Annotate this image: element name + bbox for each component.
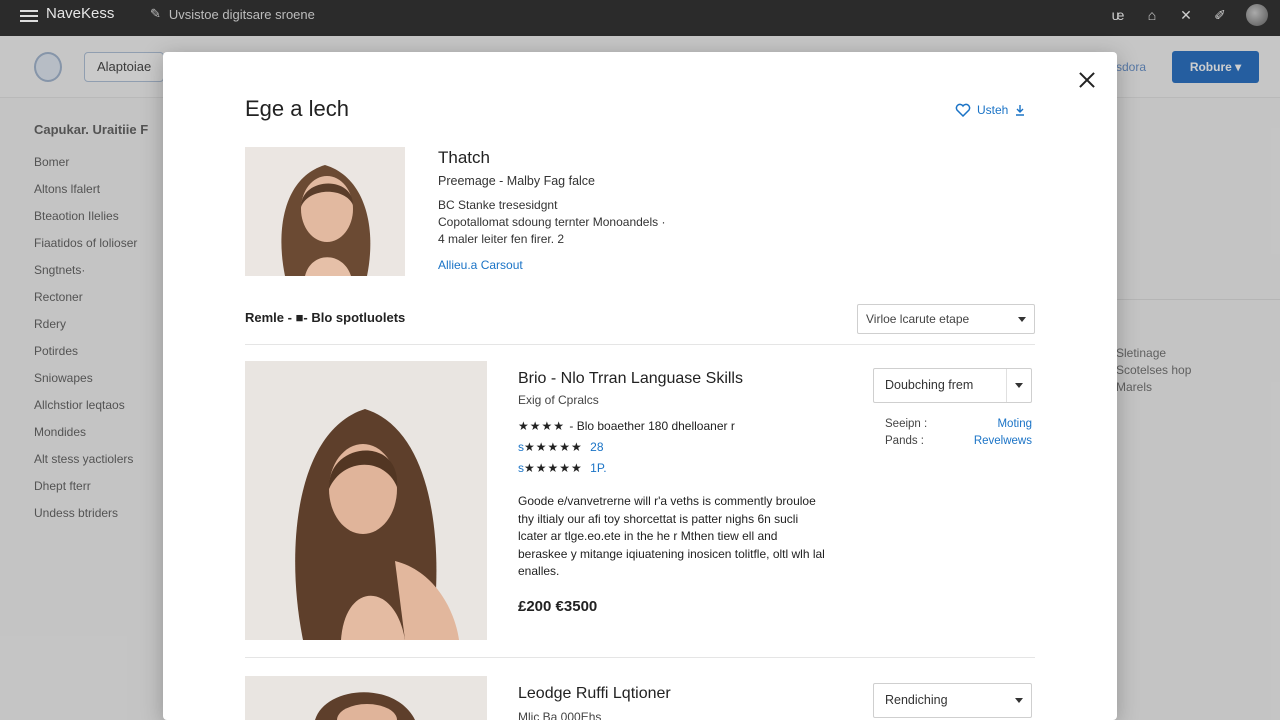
meta-key: Pands : bbox=[885, 435, 924, 447]
listing-price: £200 €3500 bbox=[518, 597, 598, 615]
save-button[interactable]: Usteh bbox=[955, 103, 1026, 117]
listing-subtitle: Mlic Ba 000Ehs bbox=[518, 710, 602, 720]
rating-count[interactable]: 28 bbox=[590, 440, 603, 454]
profile-photo bbox=[245, 147, 405, 276]
rating-count: r bbox=[730, 419, 735, 433]
chevron-down-icon bbox=[1018, 317, 1026, 322]
search-text: Uvsistoe digitsare sroene bbox=[168, 6, 315, 22]
pencil-icon: ✎ bbox=[150, 6, 161, 21]
star-icon: ★★★★ bbox=[518, 419, 570, 433]
meta-row: Pands : Revelwews bbox=[885, 433, 1032, 450]
listing-action-select[interactable]: Doubching frem bbox=[873, 368, 1032, 403]
chevron-down-icon bbox=[1015, 698, 1023, 703]
star-icon: ★★★★★ bbox=[524, 461, 583, 475]
rating-text: - Blo boaether 180 dhelloaner bbox=[569, 419, 728, 433]
listing-subtitle: Exig of Cpralcs bbox=[518, 393, 599, 407]
rating-row: s★★★★★ 1P. bbox=[518, 461, 838, 475]
meta-link[interactable]: Revelwews bbox=[974, 433, 1032, 450]
listing-title[interactable]: Brio - Nlo Trran Languase Skills bbox=[518, 370, 838, 388]
chevron-down-icon bbox=[1015, 383, 1023, 388]
sort-select[interactable]: Virloe lcarute etape bbox=[857, 304, 1035, 334]
top-bar: NaveKess ✎ Uvsistoe digitsare sroene ᵫ ⌂… bbox=[0, 0, 1280, 36]
lock-icon[interactable]: ⌂ bbox=[1144, 7, 1160, 23]
listing-photo[interactable] bbox=[245, 361, 487, 640]
listing-title[interactable]: Leodge Ruffi Lqtioner bbox=[518, 685, 838, 703]
meta-link[interactable]: Moting bbox=[997, 416, 1032, 433]
download-icon bbox=[1016, 105, 1025, 116]
tools-icon[interactable]: ✕ bbox=[1178, 7, 1194, 23]
listing-details: Brio - Nlo Trran Languase Skills Exig of… bbox=[518, 370, 838, 615]
rating-row: s★★★★★ 28 bbox=[518, 440, 838, 454]
avatar[interactable] bbox=[1246, 4, 1268, 26]
profile-link[interactable]: Allieu.a Carsout bbox=[438, 258, 798, 272]
divider bbox=[1006, 369, 1007, 402]
rating-row: ★★★★ - Blo boaether 180 dhelloaner r bbox=[518, 419, 838, 433]
translate-icon[interactable]: ᵫ bbox=[1110, 7, 1126, 23]
profile-detail: BC Stanke tresesidgnt bbox=[438, 198, 558, 212]
divider bbox=[245, 657, 1035, 658]
rating-count[interactable]: 1P. bbox=[590, 461, 606, 475]
menu-icon[interactable] bbox=[20, 7, 38, 22]
profile-subtitle: Preemage - Malby Fag falce bbox=[438, 174, 596, 188]
divider bbox=[245, 344, 1035, 345]
modal-title: Ege a lech bbox=[245, 96, 349, 121]
save-label: Usteh bbox=[977, 103, 1009, 117]
listing-action-select[interactable]: Rendiching bbox=[873, 683, 1032, 718]
listing-photo[interactable] bbox=[245, 676, 487, 720]
profile-name: Thatch bbox=[438, 148, 490, 167]
sort-select-value: Virloe lcarute etape bbox=[866, 312, 970, 326]
brand-name[interactable]: NaveKess bbox=[46, 5, 114, 22]
listing-action-value: Doubching frem bbox=[885, 378, 974, 392]
profile-detail: Copotallomat sdoung ternter Monoandels · bbox=[438, 215, 666, 229]
pin-icon[interactable]: ✐ bbox=[1212, 7, 1228, 23]
top-icons: ᵫ ⌂ ✕ ✐ bbox=[1110, 4, 1268, 26]
listing-details: Leodge Ruffi Lqtioner Mlic Ba 000Ehs bbox=[518, 685, 838, 720]
listing-meta: Seeipn : Moting Pands : Revelwews bbox=[885, 416, 1032, 450]
profile-detail: 4 maler leiter fen firer. 2 bbox=[438, 232, 565, 246]
profile-info: Thatch Preemage - Malby Fag falce BC Sta… bbox=[438, 148, 798, 272]
results-label: Remle - ■- Blo spotluolets bbox=[245, 310, 406, 325]
meta-key: Seeipn : bbox=[885, 418, 928, 430]
profile-modal: Ege a lech Usteh Thatch Preemage - Malby… bbox=[163, 52, 1117, 720]
close-icon[interactable] bbox=[1075, 68, 1099, 92]
heart-icon bbox=[955, 103, 971, 117]
meta-row: Seeipn : Moting bbox=[885, 416, 1032, 433]
listing-action-value: Rendiching bbox=[885, 693, 948, 707]
top-search[interactable]: ✎ Uvsistoe digitsare sroene bbox=[150, 6, 315, 22]
star-icon: ★★★★★ bbox=[524, 440, 583, 454]
listing-description: Goode e/vanvetrerne will r'a veths is co… bbox=[518, 494, 825, 578]
